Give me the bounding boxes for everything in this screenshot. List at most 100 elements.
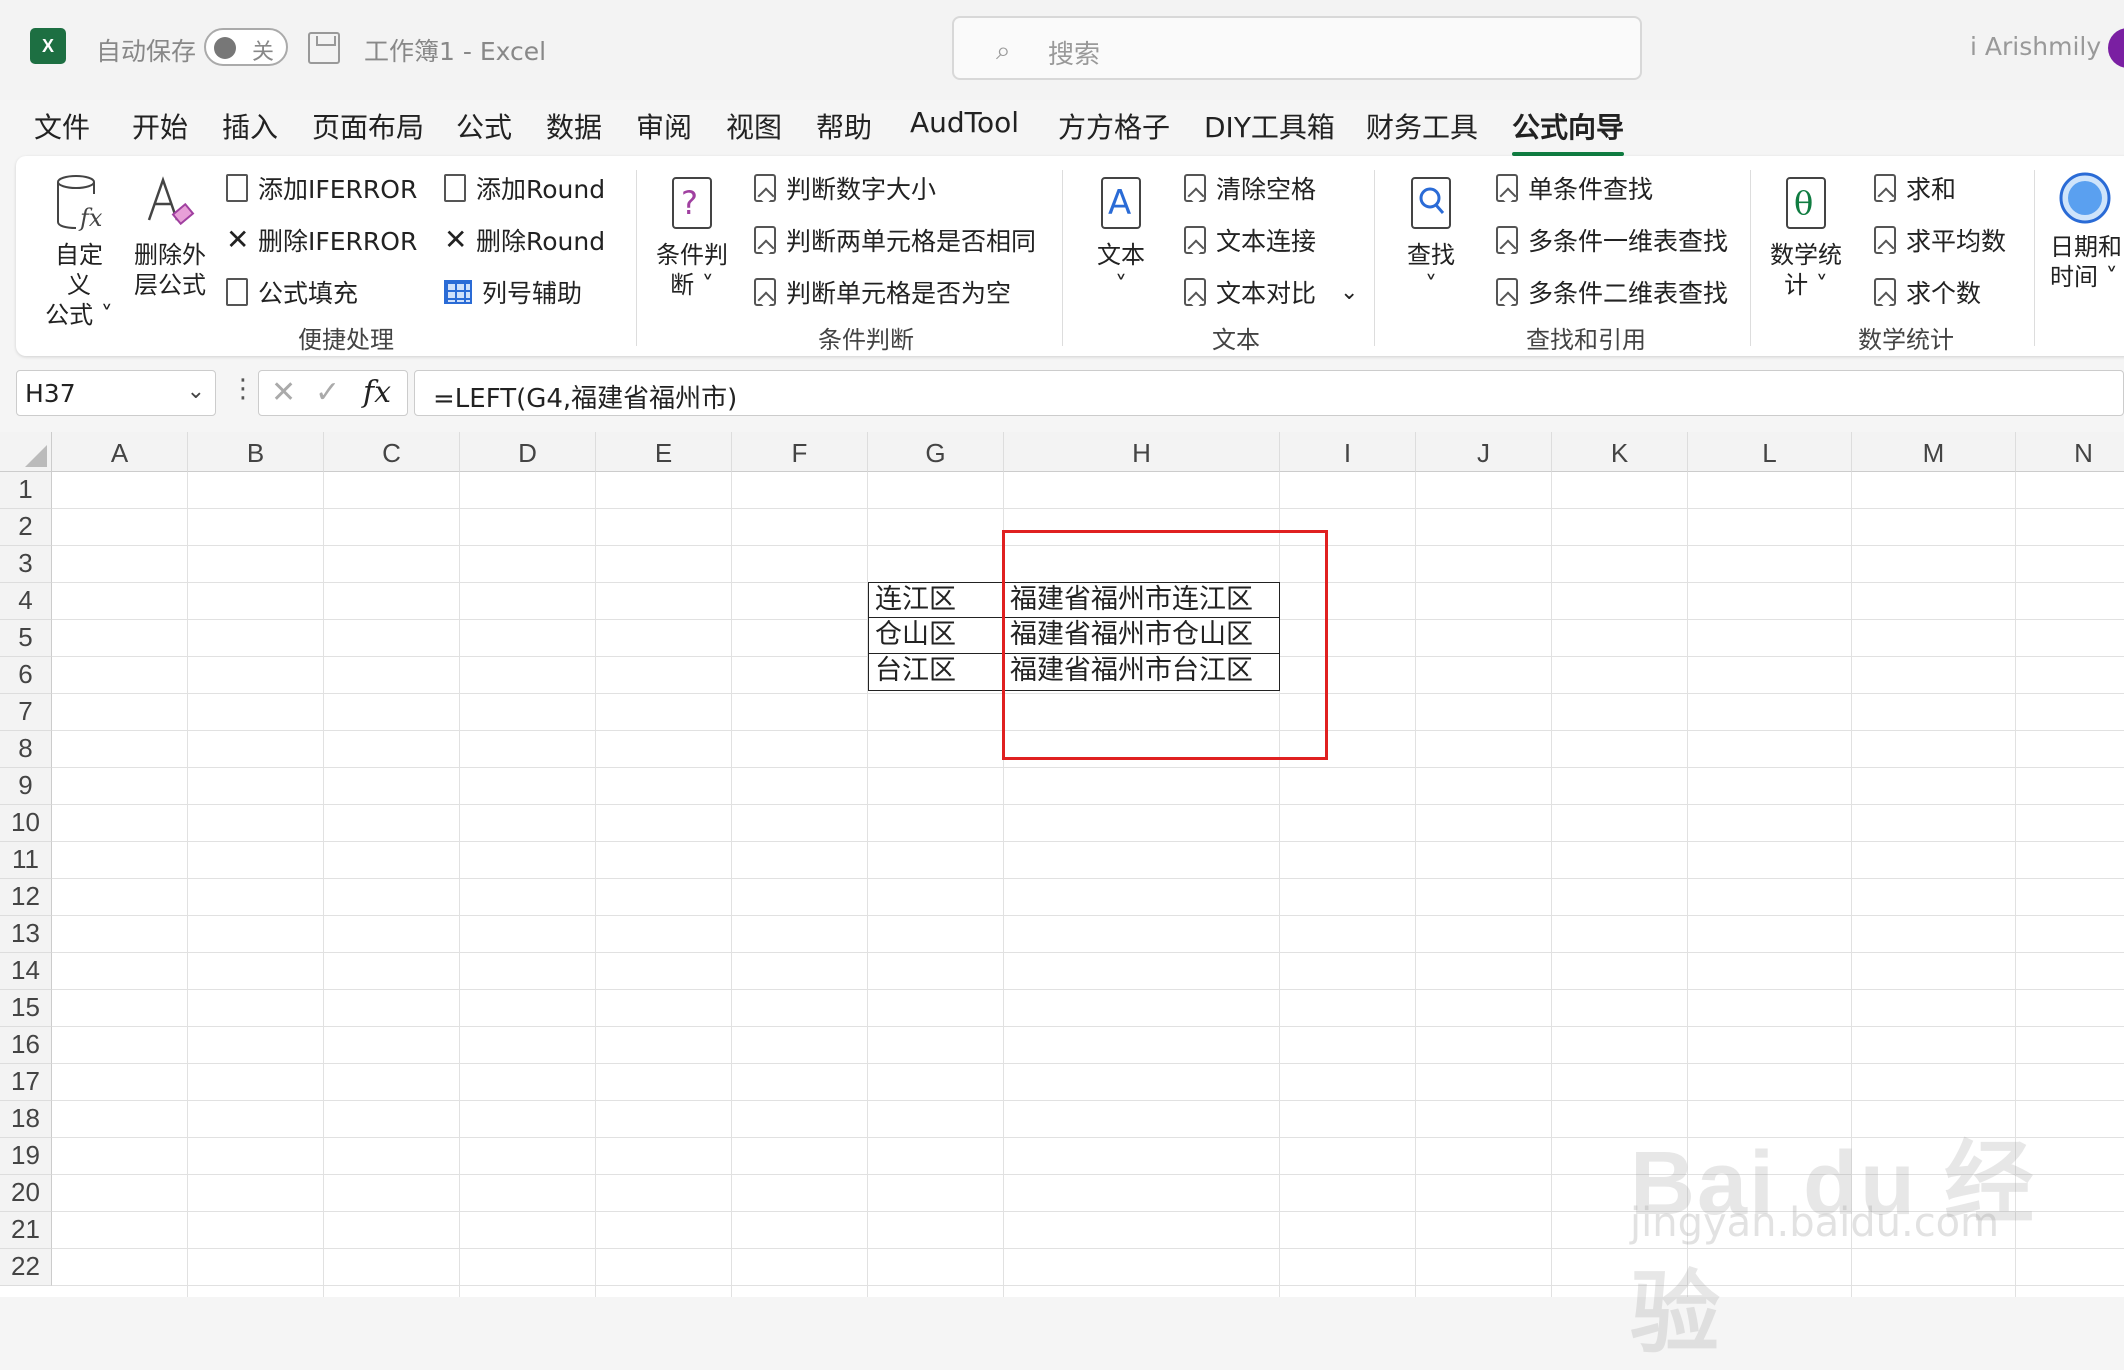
- remove-iferror-button[interactable]: ✕ 删除IFERROR: [226, 222, 417, 258]
- tab-finance-tools[interactable]: 财务工具: [1366, 106, 1478, 146]
- save-icon[interactable]: [308, 32, 340, 64]
- average-button[interactable]: 求平均数: [1874, 222, 2006, 258]
- column-header-d[interactable]: D: [460, 432, 596, 472]
- tab-fangfang[interactable]: 方方格子: [1058, 106, 1170, 146]
- cell-g6[interactable]: 台江区: [868, 654, 1004, 691]
- tab-data[interactable]: 数据: [546, 106, 602, 146]
- column-header-m[interactable]: M: [1852, 432, 2016, 472]
- column-header-l[interactable]: L: [1688, 432, 1852, 472]
- check-icon[interactable]: ✓: [315, 375, 340, 410]
- column-helper-button[interactable]: 列号辅助: [444, 274, 582, 310]
- row-header-6[interactable]: 6: [0, 657, 52, 694]
- tab-page-layout[interactable]: 页面布局: [312, 106, 424, 146]
- bookmark-icon: [1496, 278, 1518, 306]
- more-options-icon[interactable]: ⋮: [230, 374, 256, 404]
- column-header-h[interactable]: H: [1004, 432, 1280, 472]
- multi-1d-lookup-button[interactable]: 多条件一维表查找: [1496, 222, 1728, 258]
- tab-view[interactable]: 视图: [726, 106, 782, 146]
- custom-formula-button[interactable]: fx 自定义 公式 ˅: [44, 174, 114, 330]
- toggle-knob-icon: [214, 37, 236, 59]
- text-button[interactable]: A 文本 ˅: [1086, 174, 1156, 300]
- date-time-button[interactable]: 日期和 时间 ˅: [2050, 170, 2124, 292]
- tab-file[interactable]: 文件: [34, 106, 90, 146]
- select-all-corner[interactable]: [0, 432, 52, 472]
- column-header-a[interactable]: A: [52, 432, 188, 472]
- formula-fill-button[interactable]: 公式填充: [226, 274, 358, 310]
- text-join-button[interactable]: 文本连接: [1184, 222, 1316, 258]
- multi-2d-lookup-button[interactable]: 多条件二维表查找: [1496, 274, 1728, 310]
- user-name[interactable]: i Arishmily: [1970, 32, 2101, 61]
- tab-audtool[interactable]: AudTool: [910, 106, 1019, 139]
- text-compare-button[interactable]: 文本对比 ⌄: [1184, 274, 1358, 310]
- custom-formula-label: 自定义 公式 ˅: [45, 241, 113, 329]
- cell-g5[interactable]: 仓山区: [868, 618, 1004, 654]
- column-header-g[interactable]: G: [868, 432, 1004, 472]
- row-header-8[interactable]: 8: [0, 731, 52, 768]
- row-header-1[interactable]: 1: [0, 472, 52, 509]
- condition-judge-button[interactable]: ? 条件判 断 ˅: [654, 174, 730, 300]
- column-header-k[interactable]: K: [1552, 432, 1688, 472]
- column-header-i[interactable]: I: [1280, 432, 1416, 472]
- row-header-12[interactable]: 12: [0, 879, 52, 916]
- add-round-label: 添加Round: [476, 175, 606, 204]
- row-header-11[interactable]: 11: [0, 842, 52, 879]
- row-header-5[interactable]: 5: [0, 620, 52, 657]
- tab-insert[interactable]: 插入: [222, 106, 278, 146]
- column-header-c[interactable]: C: [324, 432, 460, 472]
- row-header-14[interactable]: 14: [0, 953, 52, 990]
- grid-hline: [52, 841, 2124, 842]
- add-iferror-button[interactable]: 添加IFERROR: [226, 170, 417, 206]
- row-header-18[interactable]: 18: [0, 1101, 52, 1138]
- cancel-icon[interactable]: ✕: [271, 375, 296, 410]
- row-header-20[interactable]: 20: [0, 1175, 52, 1212]
- cell-g4[interactable]: 连江区: [868, 582, 1004, 618]
- row-header-19[interactable]: 19: [0, 1138, 52, 1175]
- tab-home[interactable]: 开始: [132, 106, 188, 146]
- chevron-down-icon[interactable]: ⌄: [187, 379, 205, 404]
- row-header-21[interactable]: 21: [0, 1212, 52, 1249]
- column-header-b[interactable]: B: [188, 432, 324, 472]
- single-condition-lookup-button[interactable]: 单条件查找: [1496, 170, 1653, 206]
- tab-formulas[interactable]: 公式: [456, 106, 512, 146]
- chevron-down-icon[interactable]: ⌄: [1340, 280, 1358, 305]
- add-round-button[interactable]: 添加Round: [444, 170, 605, 206]
- formula-input[interactable]: =LEFT(G4,福建省福州市): [414, 370, 2124, 416]
- column-header-n[interactable]: N: [2016, 432, 2124, 472]
- lookup-button[interactable]: 查找 ˅: [1396, 174, 1466, 300]
- name-box[interactable]: H37 ⌄: [16, 370, 216, 416]
- red-highlight-box: [1002, 530, 1328, 760]
- autosave-toggle[interactable]: 关: [204, 28, 288, 66]
- row-header-10[interactable]: 10: [0, 805, 52, 842]
- search-box[interactable]: ⌕ 搜索: [952, 16, 1642, 80]
- row-header-9[interactable]: 9: [0, 768, 52, 805]
- insert-function-icon[interactable]: fx: [363, 375, 391, 410]
- row-header-3[interactable]: 3: [0, 546, 52, 583]
- remove-outer-formula-button[interactable]: 删除外 层公式: [130, 174, 210, 300]
- tab-formula-wizard[interactable]: 公式向导: [1512, 106, 1625, 156]
- judge-number-size-button[interactable]: 判断数字大小: [754, 170, 936, 206]
- avatar[interactable]: [2108, 28, 2124, 68]
- judge-cells-equal-button[interactable]: 判断两单元格是否相同: [754, 222, 1036, 258]
- row-header-13[interactable]: 13: [0, 916, 52, 953]
- formula-buttons: ✕ ✓ fx: [258, 370, 408, 416]
- tab-review[interactable]: 审阅: [636, 106, 692, 146]
- judge-cell-empty-button[interactable]: 判断单元格是否为空: [754, 274, 1011, 310]
- row-header-7[interactable]: 7: [0, 694, 52, 731]
- sum-button[interactable]: 求和: [1874, 170, 1956, 206]
- row-header-16[interactable]: 16: [0, 1027, 52, 1064]
- column-header-e[interactable]: E: [596, 432, 732, 472]
- row-header-4[interactable]: 4: [0, 583, 52, 620]
- row-header-17[interactable]: 17: [0, 1064, 52, 1101]
- row-header-22[interactable]: 22: [0, 1249, 52, 1286]
- row-header-2[interactable]: 2: [0, 509, 52, 546]
- math-stats-button[interactable]: θ 数学统 计 ˅: [1766, 174, 1846, 300]
- tab-help[interactable]: 帮助: [816, 106, 872, 146]
- search-icon: ⌕: [996, 36, 1011, 66]
- clear-spaces-button[interactable]: 清除空格: [1184, 170, 1316, 206]
- remove-round-button[interactable]: ✕ 删除Round: [444, 222, 605, 258]
- row-header-15[interactable]: 15: [0, 990, 52, 1027]
- column-header-f[interactable]: F: [732, 432, 868, 472]
- count-button[interactable]: 求个数: [1874, 274, 1981, 310]
- column-header-j[interactable]: J: [1416, 432, 1552, 472]
- tab-diy-toolbox[interactable]: DIY工具箱: [1204, 106, 1335, 146]
